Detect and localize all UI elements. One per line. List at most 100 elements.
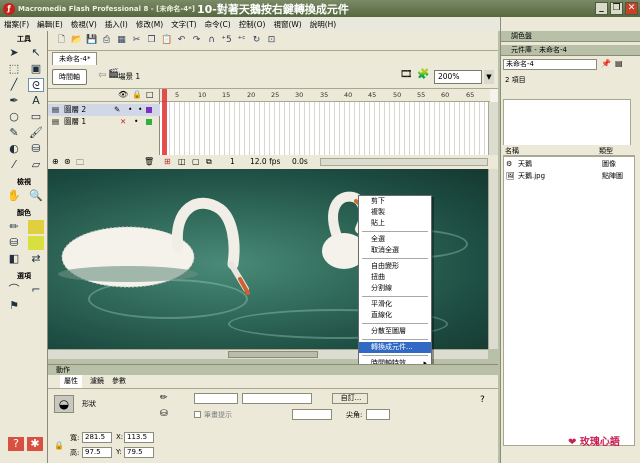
- layer-color-swatch[interactable]: [146, 119, 152, 125]
- menu-item-convert-to-symbol[interactable]: 轉換成元件...: [359, 342, 431, 353]
- close-button[interactable]: ✕: [625, 2, 638, 15]
- new-library-icon[interactable]: ▤: [615, 59, 623, 68]
- delete-layer-icon[interactable]: 🗑: [144, 157, 154, 166]
- black-white-icon[interactable]: ◧: [6, 252, 22, 266]
- playhead[interactable]: [162, 89, 167, 155]
- onion-skin-icon[interactable]: ◫: [178, 157, 186, 166]
- fill-color-icon[interactable]: ⛁: [6, 236, 22, 250]
- undo-icon[interactable]: ↶: [176, 35, 187, 46]
- oval-tool-icon[interactable]: ○: [6, 110, 22, 124]
- width-input[interactable]: 281.5: [82, 432, 112, 443]
- menu-control[interactable]: 控制(O): [239, 19, 266, 30]
- timeline-vscroll[interactable]: [488, 102, 498, 155]
- menu-item-distort[interactable]: 扭曲: [359, 272, 431, 283]
- restore-button[interactable]: ❐: [610, 2, 623, 15]
- redo-icon[interactable]: ↷: [191, 35, 202, 46]
- timeline-toggle-button[interactable]: 時間軸: [52, 69, 87, 85]
- snap-magnet-icon[interactable]: ∩: [206, 35, 217, 46]
- help-question-icon[interactable]: ?: [480, 395, 485, 405]
- snap-option-icon[interactable]: ⚑: [6, 299, 22, 313]
- menu-view[interactable]: 檢視(V): [71, 19, 97, 30]
- onion-outline-icon[interactable]: ▢: [192, 157, 200, 166]
- stroke-color-icon[interactable]: ✏: [6, 220, 22, 234]
- menu-item-envelope[interactable]: 分割線: [359, 283, 431, 294]
- edit-symbol-icon[interactable]: 🧩: [417, 69, 429, 80]
- eyedropper-icon[interactable]: ⁄: [6, 158, 22, 172]
- menu-edit[interactable]: 編輯(E): [37, 19, 63, 30]
- library-select[interactable]: 未命名-4: [503, 59, 597, 70]
- straighten-icon[interactable]: ⁺ᶜ: [236, 35, 247, 46]
- center-frame-icon[interactable]: ⊞: [164, 157, 171, 166]
- lasso-tool-icon[interactable]: ᘓ: [28, 78, 44, 92]
- stroke-style-select[interactable]: [194, 393, 238, 404]
- layer-color-swatch[interactable]: [146, 107, 152, 113]
- menu-item-deselect-all[interactable]: 取消全選: [359, 245, 431, 256]
- cut-icon[interactable]: ✂: [131, 35, 142, 46]
- color-panel-header[interactable]: 調色盤: [501, 31, 640, 42]
- zoom-tool-icon[interactable]: 🔍: [28, 189, 44, 203]
- brush-tool-icon[interactable]: 🖌: [28, 126, 44, 140]
- tab-properties[interactable]: 屬性: [60, 375, 82, 388]
- library-item[interactable]: 🖼 天鵝.jpg 點陣圖: [504, 171, 640, 182]
- layer-row[interactable]: ▤ 圖層 1 ✕ •: [48, 116, 160, 128]
- frame-ruler[interactable]: 5 10 15 20 25 30 35 40 45 50 55 60 65: [160, 89, 490, 102]
- frames-grid[interactable]: [160, 102, 490, 155]
- print-icon[interactable]: ⎙: [101, 35, 112, 46]
- hscroll-thumb[interactable]: [228, 351, 318, 358]
- menu-modify[interactable]: 修改(M): [136, 19, 163, 30]
- back-arrow-icon[interactable]: ⇦: [98, 70, 106, 81]
- stroke-pencil-icon[interactable]: ✏: [160, 393, 168, 403]
- stage-vscroll[interactable]: [488, 169, 498, 349]
- edit-multiple-icon[interactable]: ⧉: [206, 157, 212, 167]
- help-icon[interactable]: ?: [8, 437, 24, 451]
- stroke-height-select[interactable]: [242, 393, 312, 404]
- lock-ratio-icon[interactable]: 🔒: [54, 441, 64, 450]
- line-tool-icon[interactable]: ╱: [6, 78, 22, 92]
- menu-item-straighten[interactable]: 直線化: [359, 310, 431, 321]
- new-file-icon[interactable]: 🗋: [56, 35, 67, 46]
- fill-swatch[interactable]: [28, 236, 44, 250]
- settings-icon[interactable]: ✱: [27, 437, 43, 451]
- col-name[interactable]: 名稱: [505, 146, 519, 156]
- rotate-icon[interactable]: ↻: [251, 35, 262, 46]
- free-transform-icon[interactable]: ⬚: [6, 62, 22, 76]
- stroke-swatch[interactable]: [28, 220, 44, 234]
- pin-icon[interactable]: 📌: [601, 59, 611, 68]
- library-panel-header[interactable]: 元件庫 - 未命名-4: [501, 45, 640, 56]
- save-icon[interactable]: 💾: [86, 35, 97, 46]
- menu-item-free-transform[interactable]: 自由變形: [359, 261, 431, 272]
- menu-item-select-all[interactable]: 全選: [359, 234, 431, 245]
- smooth-icon[interactable]: ⁺5: [221, 35, 232, 46]
- pen-tool-icon[interactable]: ✒: [6, 94, 22, 108]
- text-tool-icon[interactable]: A: [28, 94, 44, 108]
- selection-tool-icon[interactable]: ➤: [6, 46, 22, 60]
- actions-panel-header[interactable]: 動作: [48, 364, 498, 375]
- menu-item-cut[interactable]: 剪下: [359, 196, 431, 207]
- minimize-button[interactable]: _: [595, 2, 608, 15]
- paste-icon[interactable]: 📋: [161, 35, 172, 46]
- fill-transform-icon[interactable]: ▣: [28, 62, 44, 76]
- miter-input[interactable]: [366, 409, 390, 420]
- height-input[interactable]: 97.5: [82, 447, 112, 458]
- menu-commands[interactable]: 命令(C): [205, 19, 231, 30]
- menu-help[interactable]: 說明(H): [310, 19, 337, 30]
- menu-item-paste[interactable]: 貼上: [359, 218, 431, 229]
- menu-file[interactable]: 檔案(F): [4, 19, 29, 30]
- outline-icon[interactable]: □: [146, 90, 154, 99]
- col-type[interactable]: 類型: [599, 146, 613, 156]
- rectangle-tool-icon[interactable]: ▭: [28, 110, 44, 124]
- swap-colors-icon[interactable]: ⇄: [28, 252, 44, 266]
- chevron-down-icon[interactable]: ▼: [484, 70, 494, 84]
- stroke-hint-checkbox[interactable]: [194, 411, 201, 418]
- hidden-x-icon[interactable]: ✕: [120, 116, 126, 128]
- eraser-icon[interactable]: ▱: [28, 158, 44, 172]
- ink-bottle-icon[interactable]: ◐: [6, 142, 22, 156]
- fill-bucket-icon[interactable]: ⛁: [160, 409, 168, 419]
- preview-icon[interactable]: ▦: [116, 35, 127, 46]
- lock-icon[interactable]: 🔒: [132, 90, 142, 99]
- add-guide-icon[interactable]: ⊛: [64, 157, 71, 166]
- copy-icon[interactable]: ❐: [146, 35, 157, 46]
- menu-window[interactable]: 視窗(W): [273, 19, 301, 30]
- scale-select[interactable]: [292, 409, 332, 420]
- subselect-tool-icon[interactable]: ↖: [28, 46, 44, 60]
